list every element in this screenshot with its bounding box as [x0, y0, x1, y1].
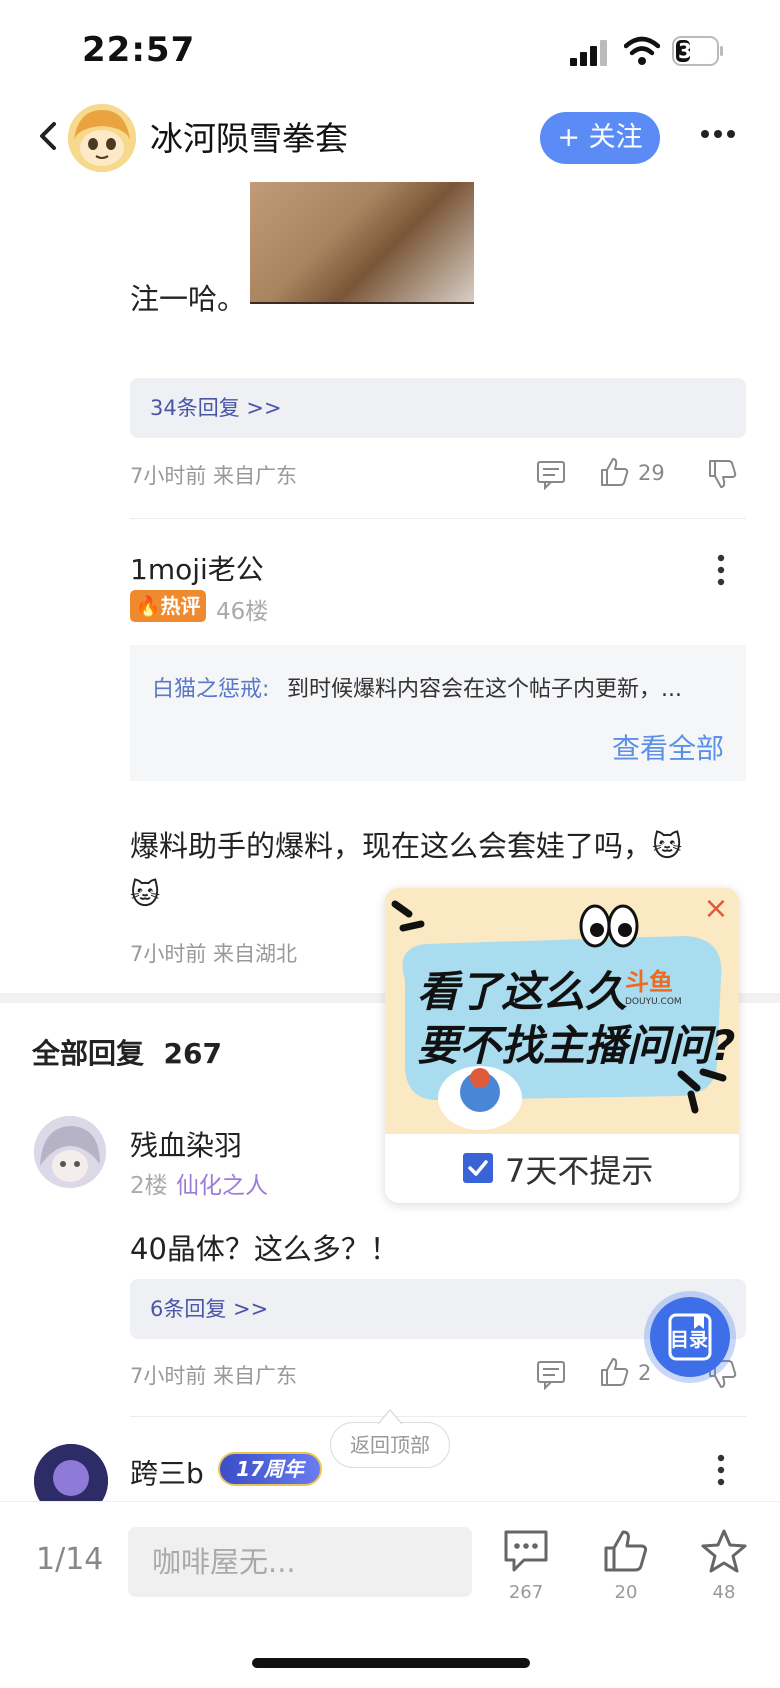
comment-meta: 7小时前 来自湖北 — [130, 942, 298, 966]
like-icon[interactable] — [602, 1528, 650, 1574]
dont-remind-label[interactable]: 7天不提示 — [505, 1146, 653, 1192]
likes-count: 20 — [614, 1582, 638, 1603]
promo-headline-2: 要不找主播问问? — [417, 1021, 736, 1070]
floor-number: 46楼 — [216, 599, 269, 625]
divider — [130, 518, 746, 519]
battery-level: 30 — [678, 39, 706, 63]
all-replies-header: 全部回复 267 — [32, 1032, 222, 1072]
hot-badge-label: 热评 — [160, 594, 201, 618]
view-all-link[interactable]: 查看全部 — [612, 727, 724, 767]
section-title: 全部回复 — [32, 1037, 145, 1070]
promo-headline-1: 看了这么久 — [417, 967, 628, 1016]
quote-text: 到时候爆料内容会在这个帖子内更新，... — [287, 677, 682, 702]
user-title: 仙化之人 — [176, 1173, 268, 1199]
star-icon[interactable] — [700, 1528, 748, 1574]
comment-body-text: 爆料助手的爆料，现在这么会套娃了吗， — [130, 829, 653, 863]
divider — [130, 1416, 746, 1417]
section-count: 267 — [163, 1037, 222, 1070]
more-options-icon[interactable] — [716, 554, 726, 586]
table-of-contents-button[interactable]: 目录 — [650, 1297, 730, 1377]
like-count: 29 — [638, 461, 665, 485]
wifi-icon — [624, 36, 660, 65]
user-avatar[interactable] — [34, 1116, 106, 1188]
back-arrow-icon[interactable] — [34, 116, 62, 156]
quote-author[interactable]: 白猫之惩戒: — [152, 671, 269, 703]
replies-link[interactable]: 34条回复 >> — [130, 378, 746, 438]
anniversary-badge: 17周年 — [218, 1452, 322, 1486]
reply-icon[interactable] — [535, 1358, 567, 1390]
checkbox-checked-icon[interactable] — [463, 1153, 493, 1183]
cellular-signal-icon — [570, 40, 607, 66]
like-icon[interactable] — [598, 456, 630, 488]
anniversary-badge-label: 17周年 — [236, 1457, 304, 1481]
reply-input[interactable]: 咖啡屋无... — [128, 1527, 472, 1597]
comments-icon[interactable] — [502, 1528, 550, 1574]
back-to-top-button[interactable]: 返回顶部 — [330, 1422, 450, 1468]
comments-count: 267 — [508, 1582, 544, 1603]
cat-emoji-icon: 🐱 — [652, 829, 683, 863]
promo-popup[interactable]: 看了这么久 要不找主播问问? 斗鱼 DOUYU.COM × 7天不提示 — [385, 888, 739, 1203]
home-indicator — [252, 1658, 530, 1668]
follow-button[interactable]: + 关注 — [540, 112, 660, 164]
cat-emoji-icon: 🐱 — [130, 877, 161, 911]
comment-body: 40晶体？这么多？！ — [130, 1232, 399, 1266]
promo-artwork[interactable]: 看了这么久 要不找主播问问? 斗鱼 DOUYU.COM × — [385, 888, 739, 1134]
comment-image[interactable] — [250, 182, 474, 304]
comment-author[interactable]: 1moji老公 — [130, 548, 264, 588]
comment-meta: 7小时前 来自广东 — [130, 464, 298, 488]
douyu-logo: 斗鱼 DOUYU.COM — [625, 962, 682, 1007]
like-icon[interactable] — [598, 1356, 630, 1388]
status-time: 22:57 — [82, 30, 196, 70]
comment-text: 注一哈。 — [130, 282, 247, 316]
hot-comment-badge: 🔥热评 — [130, 590, 206, 622]
comment-meta: 7小时前 来自广东 — [130, 1364, 298, 1388]
dislike-icon[interactable] — [706, 458, 738, 490]
more-options-icon[interactable] — [716, 1454, 726, 1486]
quoted-reply[interactable]: 白猫之惩戒: 到时候爆料内容会在这个帖子内更新，... 查看全部 — [130, 645, 746, 781]
comment-author[interactable]: 残血染羽 — [130, 1124, 242, 1164]
toc-label: 目录 — [670, 1329, 709, 1351]
close-icon[interactable]: × — [701, 894, 731, 924]
author-username[interactable]: 冰河陨雪拳套 — [150, 112, 348, 160]
stars-count: 48 — [712, 1582, 736, 1603]
reply-icon[interactable] — [535, 458, 567, 490]
page-indicator[interactable]: 1/14 — [36, 1542, 103, 1577]
floor-number: 2楼 — [130, 1173, 168, 1199]
comment-author[interactable]: 跨三b — [130, 1452, 204, 1492]
douyu-logo-text: 斗鱼 — [625, 968, 673, 996]
back-to-top-pointer — [378, 1408, 402, 1424]
fire-icon: 🔥 — [135, 594, 161, 618]
author-avatar[interactable] — [68, 104, 136, 172]
more-options-icon[interactable] — [700, 128, 736, 140]
douyu-logo-sub: DOUYU.COM — [625, 997, 682, 1007]
battery-icon: 30 — [672, 36, 724, 66]
